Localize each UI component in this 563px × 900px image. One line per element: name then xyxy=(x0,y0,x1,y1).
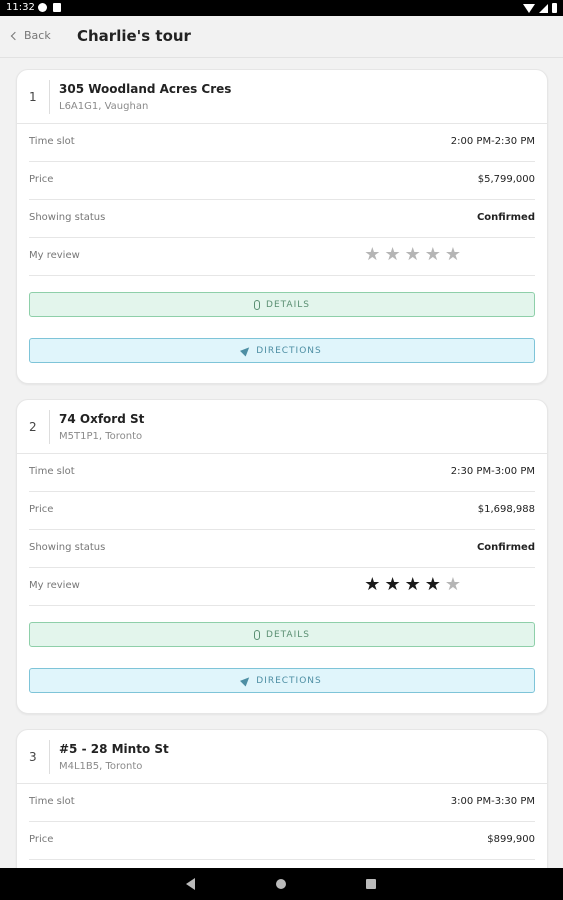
property-postal-city: L6A1G1, Vaughan xyxy=(59,101,149,112)
property-postal-city: M5T1P1, Toronto xyxy=(59,431,143,442)
time-slot-row: Time slot 2:00 PM-2:30 PM xyxy=(29,124,535,162)
app-bar: Back Charlie's tour xyxy=(0,16,563,58)
tour-list[interactable]: 1 305 Woodland Acres Cres L6A1G1, Vaugha… xyxy=(0,58,563,868)
price-value: $1,698,988 xyxy=(477,504,535,515)
property-postal-city: M4L1B5, Toronto xyxy=(59,761,143,772)
card-header: 2 74 Oxford St M5T1P1, Toronto xyxy=(17,400,547,454)
signal-icon xyxy=(539,3,548,13)
details-button[interactable]: DETAILS xyxy=(29,622,535,647)
property-address: 74 Oxford St xyxy=(59,412,145,426)
showing-status-row: Showing status Confirmed xyxy=(29,200,535,238)
status-bar: 11:32 xyxy=(0,0,563,16)
directions-label: DIRECTIONS xyxy=(256,345,322,356)
price-row: Price $5,799,000 xyxy=(29,162,535,200)
price-row: Price $1,698,988 xyxy=(29,492,535,530)
home-circle-icon[interactable] xyxy=(276,879,286,889)
my-review-label: My review xyxy=(29,580,80,591)
stop-number: 2 xyxy=(29,420,37,434)
divider xyxy=(49,740,50,774)
price-row: Price $899,900 xyxy=(29,822,535,860)
chevron-left-icon xyxy=(10,31,20,40)
time-slot-label: Time slot xyxy=(29,796,75,807)
price-label: Price xyxy=(29,834,54,845)
star-icon[interactable]: ★ xyxy=(405,576,421,594)
my-review-label: My review xyxy=(29,250,80,261)
paperclip-icon xyxy=(254,629,261,640)
stop-number: 3 xyxy=(29,750,37,764)
divider xyxy=(49,410,50,444)
directions-button[interactable]: DIRECTIONS xyxy=(29,338,535,363)
showing-status-row: Showing status Confirmed xyxy=(29,530,535,568)
directions-label: DIRECTIONS xyxy=(256,675,322,686)
back-label: Back xyxy=(24,29,51,42)
showing-status-label: Showing status xyxy=(29,542,106,553)
details-label: DETAILS xyxy=(266,629,310,640)
rating-stars: ★ ★ ★ ★ ★ xyxy=(364,246,461,264)
time-slot-row: Time slot 2:30 PM-3:00 PM xyxy=(29,454,535,492)
tour-card: 2 74 Oxford St M5T1P1, Toronto Time slot… xyxy=(16,399,548,714)
price-value: $899,900 xyxy=(487,834,535,845)
directions-button[interactable]: DIRECTIONS xyxy=(29,668,535,693)
recent-apps-square-icon[interactable] xyxy=(366,879,376,889)
star-icon[interactable]: ★ xyxy=(445,576,461,594)
star-icon[interactable]: ★ xyxy=(425,246,441,264)
back-button[interactable]: Back xyxy=(10,29,51,42)
star-icon[interactable]: ★ xyxy=(445,246,461,264)
status-time: 11:32 xyxy=(6,2,35,13)
review-row: My review ★ ★ ★ ★ ★ xyxy=(29,568,535,606)
star-icon[interactable]: ★ xyxy=(364,246,380,264)
price-value: $5,799,000 xyxy=(477,174,535,185)
tour-card: 1 305 Woodland Acres Cres L6A1G1, Vaugha… xyxy=(16,69,548,384)
back-triangle-icon[interactable] xyxy=(186,878,195,890)
time-slot-value: 2:30 PM-3:00 PM xyxy=(450,466,535,477)
card-header: 3 #5 - 28 Minto St M4L1B5, Toronto xyxy=(17,730,547,784)
time-slot-value: 2:00 PM-2:30 PM xyxy=(450,136,535,147)
page-title: Charlie's tour xyxy=(77,27,191,45)
notification-icon xyxy=(38,3,47,12)
star-icon[interactable]: ★ xyxy=(384,246,400,264)
time-slot-row: Time slot 3:00 PM-3:30 PM xyxy=(29,784,535,822)
navigation-arrow-icon xyxy=(240,674,253,687)
details-button[interactable]: DETAILS xyxy=(29,292,535,317)
price-label: Price xyxy=(29,174,54,185)
star-icon[interactable]: ★ xyxy=(364,576,380,594)
property-address: 305 Woodland Acres Cres xyxy=(59,82,232,96)
card-header: 1 305 Woodland Acres Cres L6A1G1, Vaugha… xyxy=(17,70,547,124)
review-row: My review ★ ★ ★ ★ ★ xyxy=(29,238,535,276)
stop-number: 1 xyxy=(29,90,37,104)
price-label: Price xyxy=(29,504,54,515)
showing-status-label: Showing status xyxy=(29,212,106,223)
showing-status-value: Confirmed xyxy=(476,212,535,223)
star-icon[interactable]: ★ xyxy=(384,576,400,594)
time-slot-label: Time slot xyxy=(29,466,75,477)
battery-icon xyxy=(552,3,557,13)
rating-stars: ★ ★ ★ ★ ★ xyxy=(364,576,461,594)
divider xyxy=(49,80,50,114)
showing-status-value: Confirmed xyxy=(476,542,535,553)
star-icon[interactable]: ★ xyxy=(425,576,441,594)
tour-card: 3 #5 - 28 Minto St M4L1B5, Toronto Time … xyxy=(16,729,548,868)
property-address: #5 - 28 Minto St xyxy=(59,742,169,756)
wifi-icon xyxy=(523,3,535,13)
time-slot-label: Time slot xyxy=(29,136,75,147)
star-icon[interactable]: ★ xyxy=(405,246,421,264)
time-slot-value: 3:00 PM-3:30 PM xyxy=(450,796,535,807)
details-label: DETAILS xyxy=(266,299,310,310)
system-navigation-bar xyxy=(0,868,563,900)
paperclip-icon xyxy=(254,299,261,310)
sim-card-icon xyxy=(53,3,61,12)
navigation-arrow-icon xyxy=(240,344,253,357)
